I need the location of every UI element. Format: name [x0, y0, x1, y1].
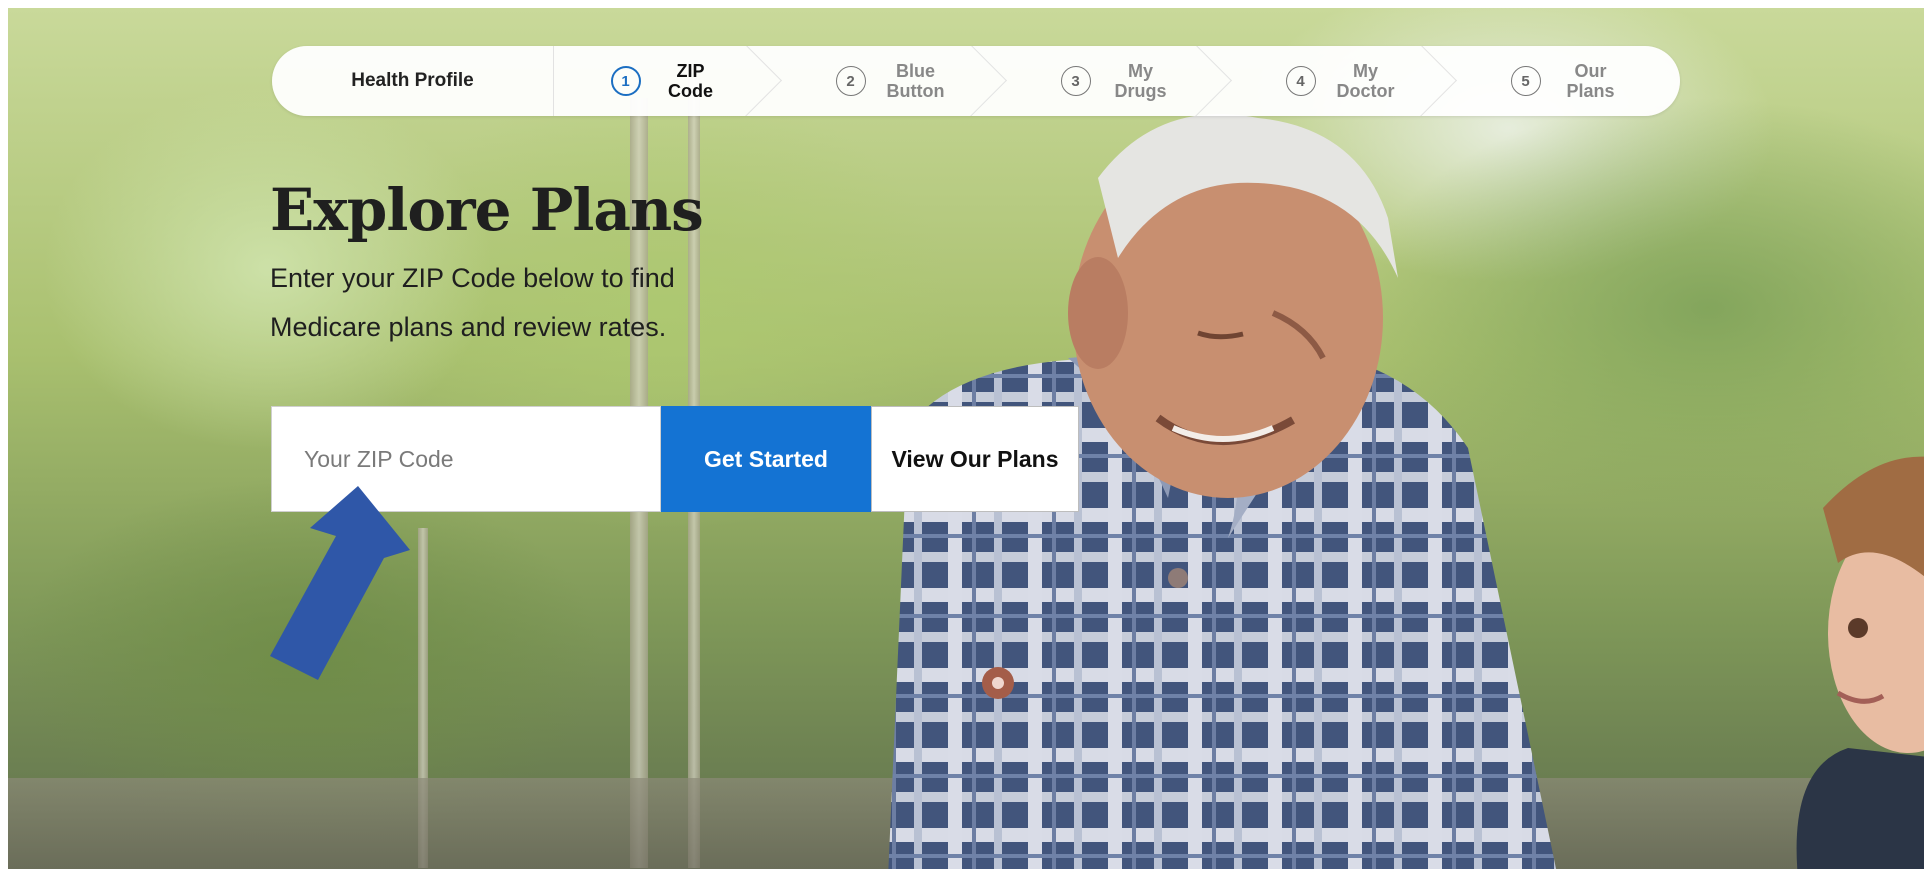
health-profile-stepper: Health Profile 1 ZIP Code 2 Blue Button … [272, 46, 1680, 116]
step-my-drugs[interactable]: 3 My Drugs [1004, 46, 1229, 116]
step-label: My Doctor [1336, 61, 1395, 101]
step-our-plans[interactable]: 5 Our Plans [1454, 46, 1679, 116]
page-title: Explore Plans [270, 176, 704, 244]
child-photo [1796, 456, 1924, 869]
step-number-badge: 1 [610, 66, 641, 96]
step-label: ZIP Code [668, 61, 713, 101]
stepper-title: Health Profile [272, 46, 554, 116]
subtitle-line-2: Medicare plans and review rates. [270, 312, 667, 342]
step-label: Our Plans [1566, 61, 1615, 101]
step-my-doctor[interactable]: 4 My Doctor [1229, 46, 1454, 116]
step-number-badge: 2 [835, 66, 866, 96]
step-blue-button[interactable]: 2 Blue Button [779, 46, 1004, 116]
page-subtitle: Enter your ZIP Code below to find Medica… [270, 254, 790, 352]
step-label: My Drugs [1114, 61, 1167, 101]
step-label: Blue Button [886, 61, 945, 101]
step-zip-code[interactable]: 1 ZIP Code [554, 46, 779, 116]
subtitle-line-1: Enter your ZIP Code below to find [270, 263, 675, 293]
arrow-up-right-icon [270, 486, 410, 680]
step-number-badge: 5 [1510, 66, 1541, 96]
get-started-button[interactable]: Get Started [661, 406, 871, 512]
step-number-badge: 3 [1060, 66, 1091, 96]
view-our-plans-button[interactable]: View Our Plans [871, 406, 1079, 512]
step-number-badge: 4 [1285, 66, 1316, 96]
hero-background: Health Profile 1 ZIP Code 2 Blue Button … [8, 8, 1924, 869]
